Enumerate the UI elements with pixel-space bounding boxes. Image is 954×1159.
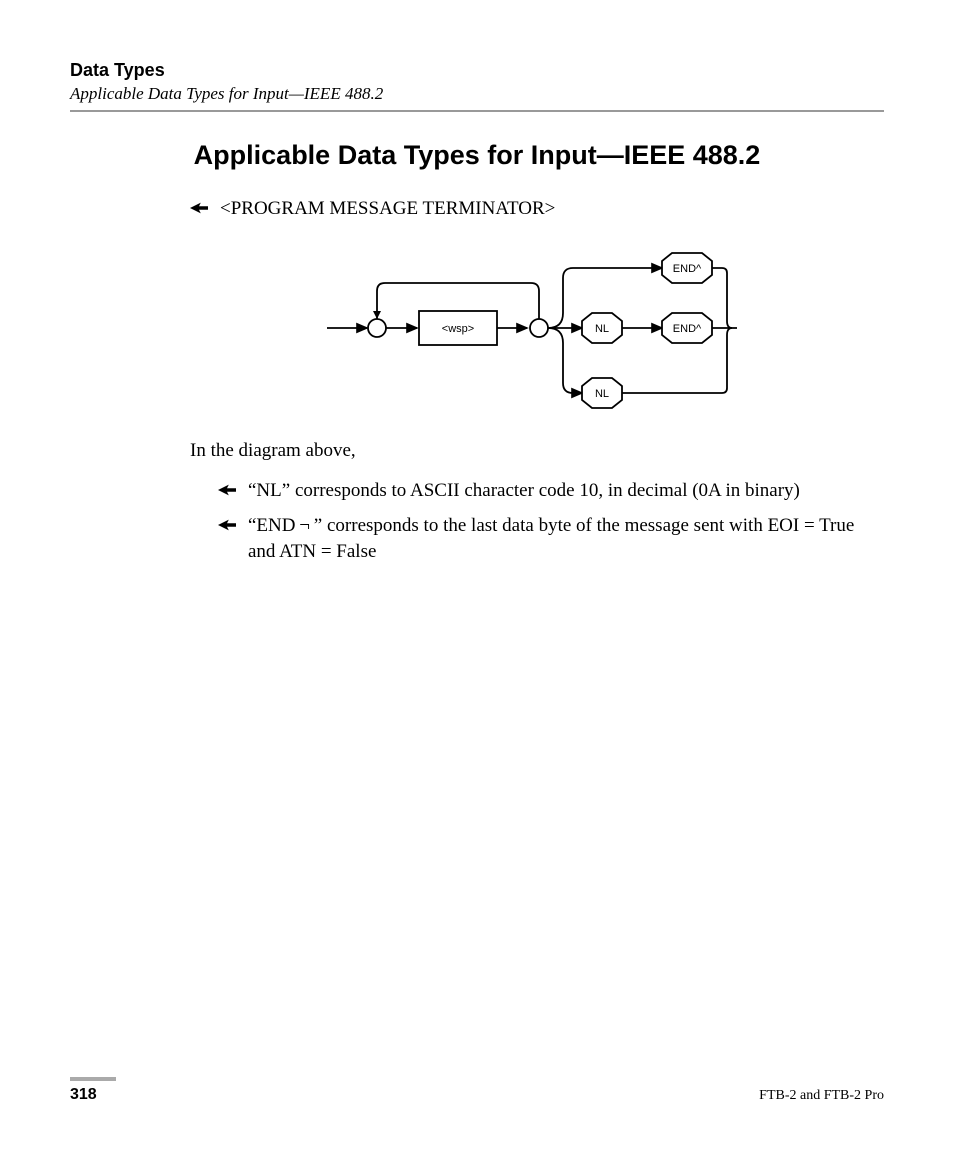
arrow-bullet-icon xyxy=(218,483,236,497)
diagram-end2-label: END^ xyxy=(673,323,702,335)
diagram-end1-label: END^ xyxy=(673,263,702,275)
bullet-item-2: “NL” corresponds to ASCII character code… xyxy=(218,478,874,505)
syntax-diagram: <wsp> NL END^ xyxy=(190,243,874,413)
bullet-text-1: <PROGRAM MESSAGE TERMINATOR> xyxy=(220,196,555,223)
page-title: Applicable Data Types for Input—IEEE 488… xyxy=(70,140,884,171)
arrow-bullet-icon xyxy=(218,518,236,532)
header-chapter: Data Types xyxy=(70,60,884,81)
bullet-item-1: <PROGRAM MESSAGE TERMINATOR> xyxy=(190,196,874,223)
diagram-nl1-label: NL xyxy=(595,323,609,335)
intro-text: In the diagram above, xyxy=(190,438,874,465)
diagram-wsp-label: <wsp> xyxy=(442,323,474,335)
header-rule xyxy=(70,110,884,112)
footer-note: FTB-2 and FTB-2 Pro xyxy=(759,1088,884,1104)
bullet-text-2: “NL” corresponds to ASCII character code… xyxy=(248,478,800,505)
content-area: <PROGRAM MESSAGE TERMINATOR> <wsp> xyxy=(190,196,874,566)
page-footer: 318 FTB-2 and FTB-2 Pro xyxy=(70,1077,884,1104)
arrow-bullet-icon xyxy=(190,201,208,215)
page-number: 318 xyxy=(70,1086,97,1104)
bullet-text-3: “END ¬ ” corresponds to the last data by… xyxy=(248,513,874,566)
header-section: Applicable Data Types for Input—IEEE 488… xyxy=(70,84,884,104)
bullet-item-3: “END ¬ ” corresponds to the last data by… xyxy=(218,513,874,566)
diagram-nl2-label: NL xyxy=(595,388,609,400)
footer-rule xyxy=(70,1077,116,1081)
